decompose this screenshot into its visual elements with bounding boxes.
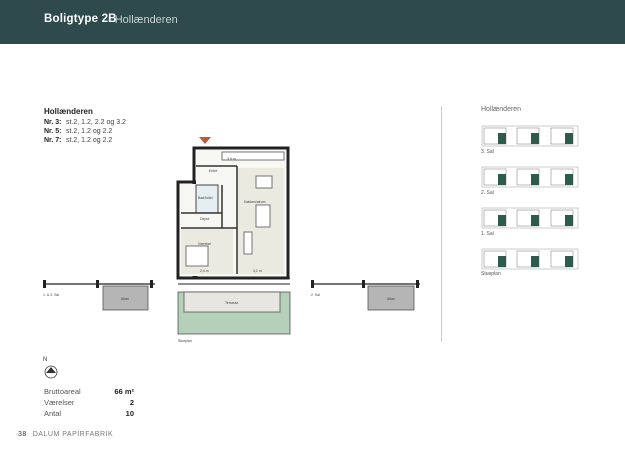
stat-value: 66 m² [114, 387, 134, 396]
room-area-label: 2,4 m [200, 269, 209, 273]
balcony-label: Altan [387, 297, 395, 301]
brand-name: DALUM PAPIRFABRIK [32, 431, 114, 438]
keyplan-highlight [565, 133, 573, 144]
keyplan-highlight [531, 174, 539, 185]
room-area-label: 3,1 m [253, 269, 262, 273]
keyplan-highlight [498, 256, 506, 267]
stat-value: 10 [125, 409, 134, 418]
room-label-kitchen: Køkken/alrum [244, 200, 266, 204]
bottom-note: Stueplan [178, 339, 192, 343]
sofa [243, 231, 253, 255]
floor-label-left: 1. & 3. Sal [43, 293, 59, 297]
keyplan-highlight [565, 215, 573, 226]
room-label-bathroom: Bad/toilet [198, 196, 213, 200]
room-area-label: 3,9 m [227, 157, 236, 161]
balcony-variant-left: Altan 1. & 3. Sal [43, 280, 155, 311]
compass-label: N [43, 357, 48, 363]
side-title: Hollænderen [481, 106, 522, 113]
balcony-label: Altan [121, 297, 129, 301]
keyplan-highlight [498, 215, 506, 226]
stat-row: Værelser 2 [44, 397, 134, 408]
room-label-entre: Entré [209, 169, 217, 173]
page-number: 38 [18, 431, 27, 438]
divider [441, 106, 442, 342]
keyplan-highlight [498, 174, 506, 185]
keyplan-floor-label: 2. Sal [481, 190, 494, 196]
bed [185, 245, 209, 267]
keyplan-floor-label: 1. Sal [481, 231, 494, 237]
keyplan-floor-label: 3. Sal [481, 149, 494, 155]
stat-row: Antal 10 [44, 408, 134, 419]
stat-label: Værelser [44, 398, 75, 407]
dining-table [255, 204, 271, 228]
stat-label: Bruttoareal [44, 387, 81, 396]
terrace-label: Terrasse [225, 301, 238, 305]
keyplan-highlight [531, 215, 539, 226]
floor-label-right: 2. Sal [311, 293, 320, 297]
stats-table: Bruttoareal 66 m² Værelser 2 Antal 10 [44, 386, 134, 419]
keyplan-highlight [531, 256, 539, 267]
page-footer: 38 DALUM PAPIRFABRIK [18, 431, 113, 438]
entrance-marker-icon [199, 137, 211, 144]
stat-row: Bruttoareal 66 m² [44, 386, 134, 397]
room-label-depot: Depot [200, 217, 209, 221]
keyplan-highlight [498, 133, 506, 144]
keyplan-highlight [565, 174, 573, 185]
keyplan-highlight [531, 133, 539, 144]
stat-label: Antal [44, 409, 62, 418]
keyplan-floor-label: Stueplan [481, 271, 501, 277]
stat-value: 2 [129, 398, 134, 407]
balcony-variant-right: Altan 2. Sal [311, 280, 420, 311]
room-label-bedroom: Værelse [198, 242, 211, 246]
building-key-plans [481, 125, 579, 270]
keyplan-highlight [565, 256, 573, 267]
